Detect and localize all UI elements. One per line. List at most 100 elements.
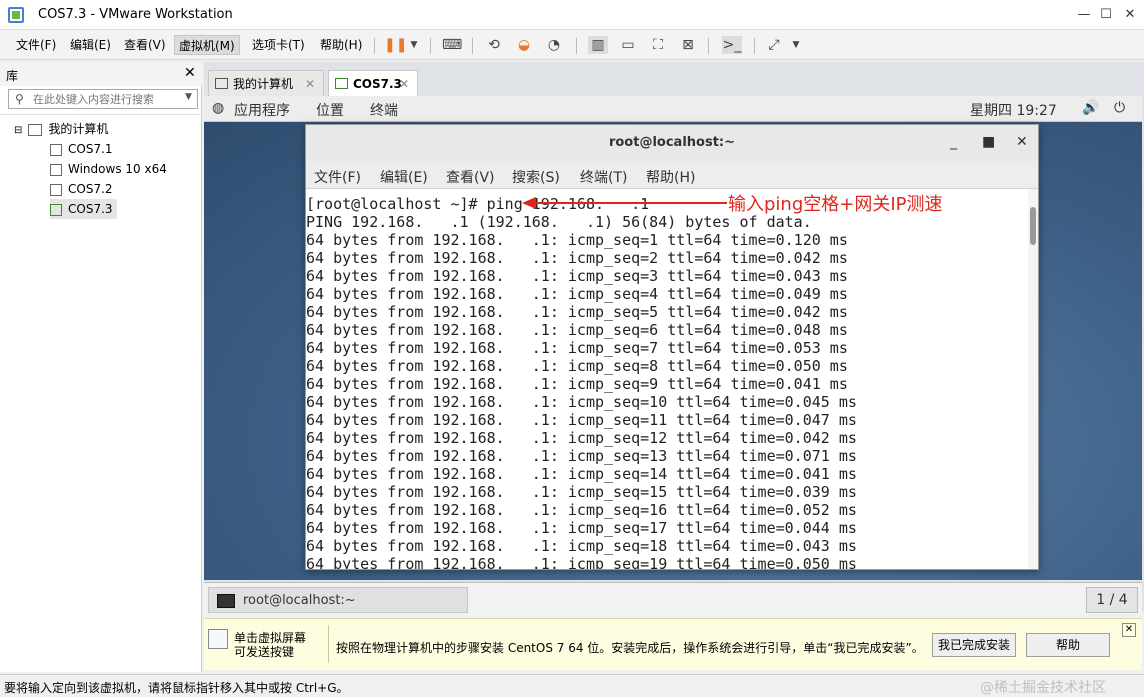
menu-edit[interactable]: 编辑(E): [66, 35, 115, 55]
done-install-button[interactable]: 我已完成安装: [932, 633, 1016, 657]
terminal-line: 64 bytes from 192.168. .1: icmp_seq=3 tt…: [306, 267, 848, 285]
pause-icon[interactable]: ❚❚: [384, 36, 407, 54]
terminal-scrollbar[interactable]: [1028, 189, 1038, 569]
collapse-icon[interactable]: ⊟: [14, 125, 22, 136]
terminal-menu-edit[interactable]: 编辑(E): [380, 167, 428, 187]
revert-snapshot-icon[interactable]: ◒: [514, 36, 534, 54]
vm-icon: [50, 183, 62, 196]
volume-icon[interactable]: 🔊: [1082, 100, 1099, 116]
terminal-line: 64 bytes from 192.168. .1: icmp_seq=18 t…: [306, 537, 857, 555]
terminal-line: 64 bytes from 192.168. .1: icmp_seq=10 t…: [306, 393, 857, 411]
vmware-logo-icon: [8, 7, 24, 23]
watermark: @稀土掘金技术社区: [980, 680, 1106, 696]
install-bar-close-icon[interactable]: ✕: [1122, 623, 1136, 637]
install-message: 按照在物理计算机中的步骤安装 CentOS 7 64 位。安装完成后，操作系统会…: [336, 641, 924, 655]
library-panel: 库 ✕ ⚲ ▼ ⊟我的计算机 COS7.1 Windows 10 x64 COS…: [0, 62, 202, 672]
menu-view[interactable]: 查看(V): [120, 35, 170, 55]
window-title: COS7.3 - VMware Workstation: [38, 7, 233, 22]
terminal-menu-bar: 文件(F) 编辑(E) 查看(V) 搜索(S) 终端(T) 帮助(H): [306, 161, 1038, 189]
fullscreen-icon[interactable]: ⛶: [648, 36, 668, 54]
install-hint-bar: 单击虚拟屏幕 可发送按键 按照在物理计算机中的步骤安装 CentOS 7 64 …: [204, 618, 1142, 670]
library-search-input[interactable]: [33, 91, 173, 107]
terminal-maximize-icon[interactable]: ■: [982, 134, 995, 150]
terminal-menu-file[interactable]: 文件(F): [314, 167, 361, 187]
library-search[interactable]: ⚲ ▼: [8, 89, 198, 109]
terminal-minimize-icon[interactable]: _: [950, 134, 957, 150]
taskbar-terminal-item[interactable]: root@localhost:~: [208, 587, 468, 613]
terminal-line: 64 bytes from 192.168. .1: icmp_seq=11 t…: [306, 411, 857, 429]
library-header: 库 ✕: [0, 62, 202, 86]
terminal-line: 64 bytes from 192.168. .1: icmp_seq=4 tt…: [306, 285, 848, 303]
tree-item-cos71[interactable]: COS7.1: [50, 139, 113, 159]
close-icon[interactable]: ✕: [1118, 5, 1142, 25]
pause-dropdown-icon[interactable]: ▼: [404, 36, 424, 54]
terminal-line: 64 bytes from 192.168. .1: icmp_seq=2 tt…: [306, 249, 848, 267]
tab-my-computer[interactable]: 我的计算机 ✕: [208, 70, 324, 98]
tab-cos73[interactable]: COS7.3 ✕: [328, 70, 418, 98]
library-close-icon[interactable]: ✕: [184, 65, 196, 81]
workspace-indicator[interactable]: 1 / 4: [1086, 587, 1138, 613]
terminal-title-bar[interactable]: root@localhost:~ _ ■ ✕: [306, 125, 1038, 161]
maximize-icon[interactable]: ☐: [1094, 5, 1118, 25]
tree-item-windows10[interactable]: Windows 10 x64: [50, 159, 167, 179]
status-text: 要将输入定向到该虚拟机，请将鼠标指针移入其中或按 Ctrl+G。: [4, 681, 349, 695]
menu-help[interactable]: 帮助(H): [316, 35, 366, 55]
snapshot-manager-icon[interactable]: ◔: [544, 36, 564, 54]
title-bar: COS7.3 - VMware Workstation — ☐ ✕: [0, 0, 1144, 30]
console-icon[interactable]: >_: [722, 36, 742, 54]
terminal-output[interactable]: [root@localhost ~]# ping 192.168. .1 PING…: [306, 189, 1028, 569]
gnome-applications-menu[interactable]: 应用程序: [234, 100, 290, 120]
terminal-menu-help[interactable]: 帮助(H): [646, 167, 695, 187]
power-icon[interactable]: ⏻: [1114, 100, 1125, 116]
stretch-dropdown-icon[interactable]: ▼: [786, 36, 806, 54]
taskbar-item-label: root@localhost:~: [243, 593, 356, 608]
terminal-line: 64 bytes from 192.168. .1: icmp_seq=6 tt…: [306, 321, 848, 339]
terminal-icon: [217, 594, 235, 608]
terminal-line: 64 bytes from 192.168. .1: icmp_seq=14 t…: [306, 465, 857, 483]
library-title: 库: [6, 69, 19, 83]
thumbnail-icon[interactable]: ▭: [618, 36, 638, 54]
terminal-close-icon[interactable]: ✕: [1016, 134, 1028, 150]
annotation-text: 输入ping空格+网关IP测速: [728, 194, 943, 215]
stretch-icon[interactable]: ⤢: [764, 36, 784, 54]
gnome-top-bar: ◍ 应用程序 位置 终端 星期四 19:27 🔊 ⏻: [204, 96, 1142, 122]
terminal-menu-search[interactable]: 搜索(S): [512, 167, 560, 187]
computer-icon: [215, 78, 228, 89]
running-vm-icon: [50, 203, 62, 216]
terminal-menu-view[interactable]: 查看(V): [446, 167, 495, 187]
vm-icon: [50, 163, 62, 176]
search-dropdown-icon[interactable]: ▼: [185, 92, 192, 102]
menu-vm[interactable]: 虚拟机(M): [174, 35, 240, 55]
menu-file[interactable]: 文件(F): [12, 35, 60, 55]
gnome-terminal-menu[interactable]: 终端: [370, 100, 398, 120]
terminal-line: 64 bytes from 192.168. .1: icmp_seq=8 tt…: [306, 357, 848, 375]
snapshot-icon[interactable]: ⟲: [484, 36, 504, 54]
status-bar: 要将输入定向到该虚拟机，请将鼠标指针移入其中或按 Ctrl+G。 @稀土掘金技术…: [0, 674, 1144, 697]
gnome-taskbar: root@localhost:~ 1 / 4: [204, 582, 1142, 614]
terminal-line: 64 bytes from 192.168. .1: icmp_seq=9 tt…: [306, 375, 848, 393]
unity-icon[interactable]: ⊠: [678, 36, 698, 54]
terminal-line: 64 bytes from 192.168. .1: icmp_seq=7 tt…: [306, 339, 848, 357]
install-hint-left: 单击虚拟屏幕 可发送按键: [234, 631, 307, 659]
send-keys-icon[interactable]: ⌨: [442, 36, 462, 54]
help-button[interactable]: 帮助: [1026, 633, 1110, 657]
tree-item-cos72[interactable]: COS7.2: [50, 179, 113, 199]
vm-icon: [50, 143, 62, 156]
terminal-line: 64 bytes from 192.168. .1: icmp_seq=17 t…: [306, 519, 857, 537]
sidebar-toggle-icon[interactable]: ▥: [588, 36, 608, 54]
gnome-clock[interactable]: 星期四 19:27: [970, 100, 1057, 120]
tree-item-my-computer[interactable]: ⊟ 我的计算机: [14, 119, 108, 139]
tree-item-cos73[interactable]: COS7.3: [50, 199, 117, 219]
gnome-places-menu[interactable]: 位置: [316, 100, 344, 120]
click-screen-icon: [208, 629, 228, 649]
vm-tabs: 我的计算机 ✕ COS7.3 ✕: [204, 66, 1144, 98]
minimize-icon[interactable]: —: [1072, 5, 1096, 25]
annotation-arrow: [522, 197, 727, 209]
tab-close-icon[interactable]: ✕: [305, 71, 315, 97]
terminal-menu-terminal[interactable]: 终端(T): [580, 167, 627, 187]
menu-tabs[interactable]: 选项卡(T): [248, 35, 309, 55]
running-vm-icon: [335, 78, 348, 89]
scrollbar-thumb[interactable]: [1030, 207, 1036, 245]
terminal-line: 64 bytes from 192.168. .1: icmp_seq=15 t…: [306, 483, 857, 501]
tab-close-icon[interactable]: ✕: [399, 71, 409, 97]
